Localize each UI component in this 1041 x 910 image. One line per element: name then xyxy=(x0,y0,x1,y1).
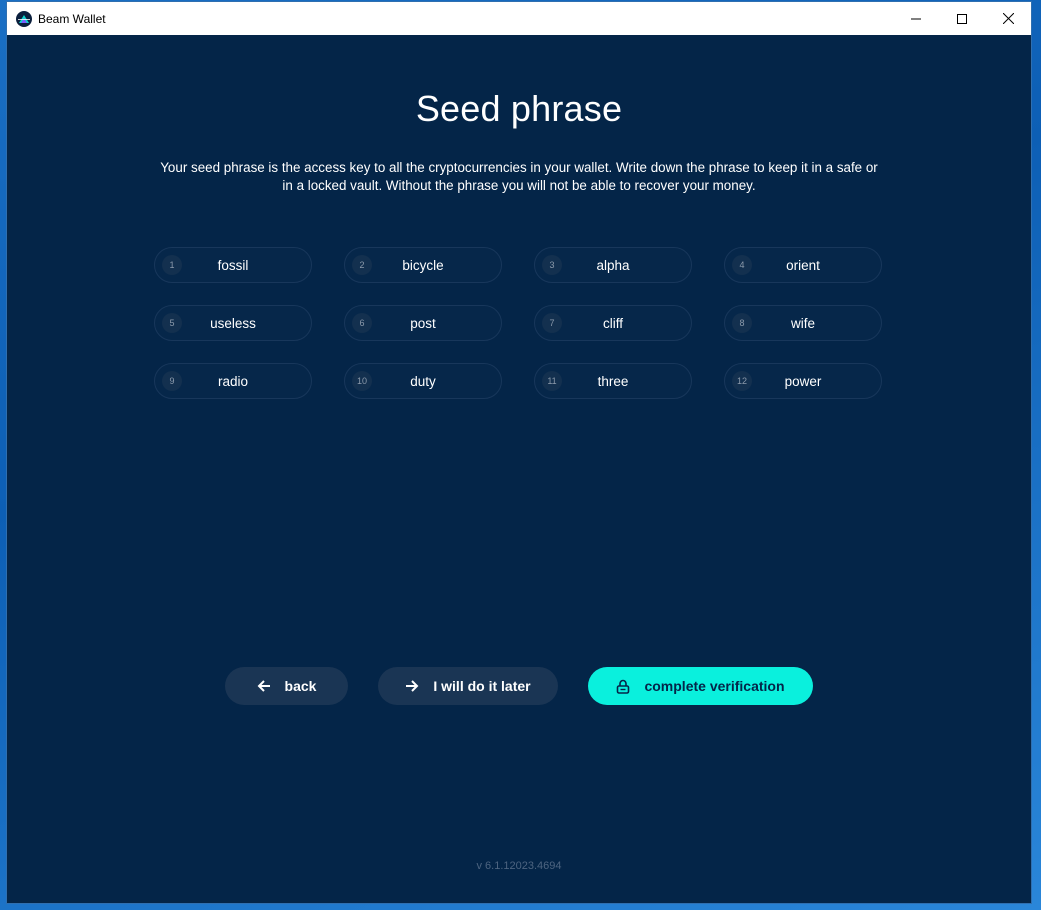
minimize-button[interactable] xyxy=(893,2,939,35)
seed-word-text: radio xyxy=(217,374,249,389)
minimize-icon xyxy=(911,18,921,19)
seed-word-item: 2 bicycle xyxy=(344,247,502,283)
seed-word-text: power xyxy=(784,374,822,389)
seed-word-item: 5 useless xyxy=(154,305,312,341)
maximize-button[interactable] xyxy=(939,2,985,35)
seed-word-item: 11 three xyxy=(534,363,692,399)
lock-icon xyxy=(616,679,630,694)
seed-word-item: 3 alpha xyxy=(534,247,692,283)
do-it-later-button-label: I will do it later xyxy=(433,678,531,694)
beam-logo-icon xyxy=(16,10,32,27)
complete-verification-button[interactable]: complete verification xyxy=(588,667,813,705)
seed-word-text: duty xyxy=(410,374,436,389)
seed-word-text: wife xyxy=(790,316,815,331)
close-button[interactable] xyxy=(985,2,1031,35)
arrow-right-icon xyxy=(405,680,419,692)
seed-word-text: alpha xyxy=(596,258,630,273)
version-label: v 6.1.12023.4694 xyxy=(476,860,562,872)
do-it-later-button[interactable]: I will do it later xyxy=(378,667,558,705)
window-title: Beam Wallet xyxy=(38,11,106,26)
seed-word-item: 10 duty xyxy=(344,363,502,399)
seed-word-text: three xyxy=(597,374,629,389)
seed-word-item: 9 radio xyxy=(154,363,312,399)
maximize-icon xyxy=(957,13,967,24)
seed-word-text: fossil xyxy=(217,258,249,273)
arrow-left-icon xyxy=(257,680,271,692)
back-button-label: back xyxy=(284,678,317,694)
seed-word-text: orient xyxy=(786,258,820,273)
seed-word-item: 8 wife xyxy=(724,305,882,341)
back-button[interactable]: back xyxy=(225,667,348,705)
page-title: Seed phrase xyxy=(415,88,623,129)
page-description: Your seed phrase is the access key to al… xyxy=(160,160,878,193)
seed-word-item: 7 cliff xyxy=(534,305,692,341)
seed-word-text: bicycle xyxy=(402,258,444,273)
main-content: Seed phrase Your seed phrase is the acce… xyxy=(7,35,1031,903)
seed-word-text: post xyxy=(410,316,436,331)
seed-word-item: 6 post xyxy=(344,305,502,341)
seed-word-item: 1 fossil xyxy=(154,247,312,283)
app-window: Beam Wallet Seed phrase Your seed phrase… xyxy=(7,2,1031,903)
title-bar[interactable]: Beam Wallet xyxy=(7,2,1031,35)
window-controls xyxy=(893,2,1031,35)
seed-word-text: cliff xyxy=(602,316,623,331)
seed-word-text: useless xyxy=(210,316,256,331)
complete-verification-button-label: complete verification xyxy=(644,678,785,694)
seed-word-item: 4 orient xyxy=(724,247,882,283)
seed-word-item: 12 power xyxy=(724,363,882,399)
close-icon xyxy=(1002,13,1014,24)
